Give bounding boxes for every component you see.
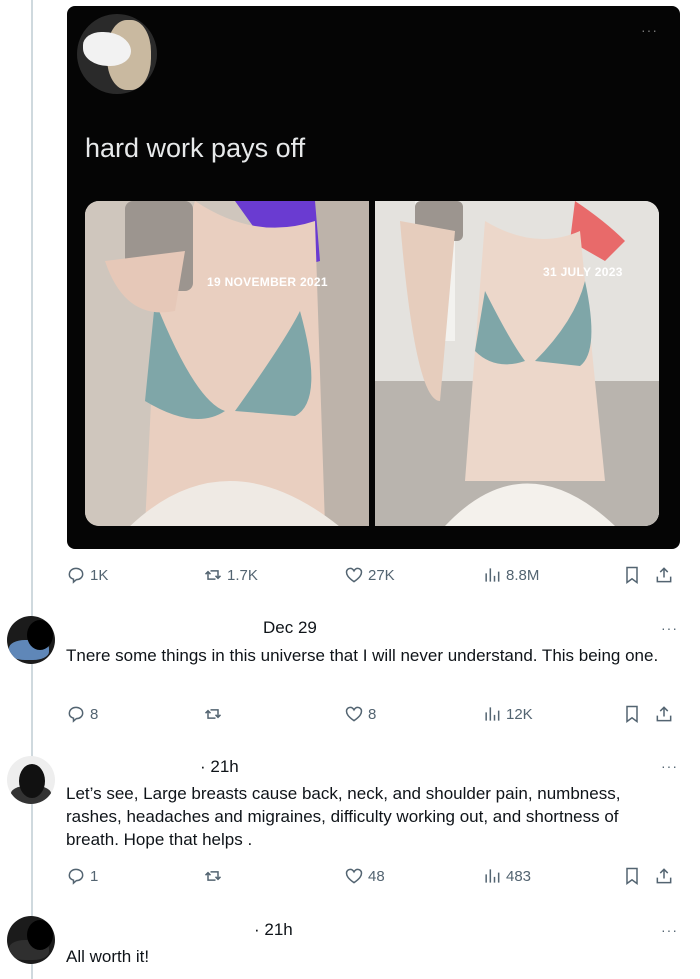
reply-timestamp[interactable]: Dec 29 — [263, 618, 317, 638]
reply-count: 1 — [90, 867, 99, 885]
share-button[interactable] — [654, 704, 674, 724]
photo-date-before: 19 NOVEMBER 2021 — [207, 275, 328, 289]
views-icon — [485, 568, 500, 582]
reply-timestamp[interactable]: · 21h — [254, 920, 293, 940]
views-button[interactable]: 12K — [482, 704, 533, 724]
reply-text: Let’s see, Large breasts cause back, nec… — [66, 784, 621, 849]
share-button[interactable] — [654, 565, 674, 585]
reply-button[interactable]: 1 — [66, 866, 98, 886]
reply-text: All worth it! — [66, 947, 150, 966]
like-count: 8 — [368, 705, 377, 723]
post-actions: 1K 1.7K 27K 8.8M — [0, 565, 700, 591]
bookmark-button[interactable] — [622, 565, 642, 585]
repost-button[interactable]: 1.7K — [203, 565, 258, 585]
reply-1-actions: 8 8 12K — [0, 704, 700, 730]
repost-icon — [204, 871, 222, 881]
photo-after[interactable]: 31 JULY 2023 — [375, 201, 659, 526]
reply-2[interactable]: · 21h ··· Let’s see, Large breasts cause… — [0, 752, 700, 862]
post-avatar[interactable] — [77, 14, 157, 94]
post-more-button[interactable]: ··· — [641, 22, 658, 38]
bookmark-icon — [626, 566, 638, 584]
bookmark-button[interactable] — [622, 704, 642, 724]
views-icon — [485, 707, 500, 721]
repost-button[interactable] — [203, 866, 223, 886]
share-icon — [656, 706, 672, 722]
reply-icon — [68, 706, 84, 723]
views-button[interactable]: 8.8M — [482, 565, 539, 585]
more-button[interactable]: ··· — [661, 758, 678, 774]
like-icon — [345, 706, 363, 722]
post-text: hard work pays off — [85, 133, 306, 163]
views-count: 12K — [506, 705, 533, 723]
embedded-post[interactable]: ··· hard work pays off 19 NOVEMBER 2021 — [67, 6, 680, 549]
photo-date-after: 31 JULY 2023 — [543, 265, 623, 279]
like-icon — [345, 567, 363, 583]
repost-icon — [204, 570, 222, 580]
bookmark-icon — [626, 705, 638, 723]
reply-text: Tnere some things in this universe that … — [66, 646, 659, 665]
repost-icon — [204, 709, 222, 719]
like-count: 48 — [368, 867, 385, 885]
like-icon — [345, 868, 363, 884]
repost-button[interactable] — [203, 704, 223, 724]
avatar[interactable] — [7, 616, 55, 664]
avatar[interactable] — [7, 756, 55, 804]
photo-before[interactable]: 19 NOVEMBER 2021 — [85, 201, 369, 526]
reply-icon — [68, 567, 84, 584]
reply-2-actions: 1 48 483 — [0, 866, 700, 892]
share-button[interactable] — [654, 866, 674, 886]
more-button[interactable]: ··· — [661, 620, 678, 636]
share-icon — [656, 868, 672, 884]
bookmark-button[interactable] — [622, 866, 642, 886]
views-count: 8.8M — [506, 566, 540, 584]
views-button[interactable]: 483 — [482, 866, 531, 886]
like-count: 27K — [368, 566, 395, 584]
reply-button[interactable]: 1K — [66, 565, 108, 585]
like-button[interactable]: 48 — [344, 866, 385, 886]
views-count: 483 — [506, 867, 532, 885]
bookmark-icon — [626, 867, 638, 885]
reply-3[interactable]: · 21h ··· All worth it! — [0, 914, 700, 979]
avatar[interactable] — [7, 916, 55, 964]
like-button[interactable]: 27K — [344, 565, 395, 585]
views-icon — [485, 869, 500, 883]
reply-icon — [68, 868, 84, 885]
like-button[interactable]: 8 — [344, 704, 376, 724]
reply-count: 8 — [90, 705, 99, 723]
more-button[interactable]: ··· — [661, 922, 678, 938]
reply-count: 1K — [90, 566, 109, 584]
reply-button[interactable]: 8 — [66, 704, 98, 724]
repost-count: 1.7K — [227, 566, 258, 584]
reply-timestamp[interactable]: · 21h — [200, 757, 239, 777]
share-icon — [656, 567, 672, 583]
